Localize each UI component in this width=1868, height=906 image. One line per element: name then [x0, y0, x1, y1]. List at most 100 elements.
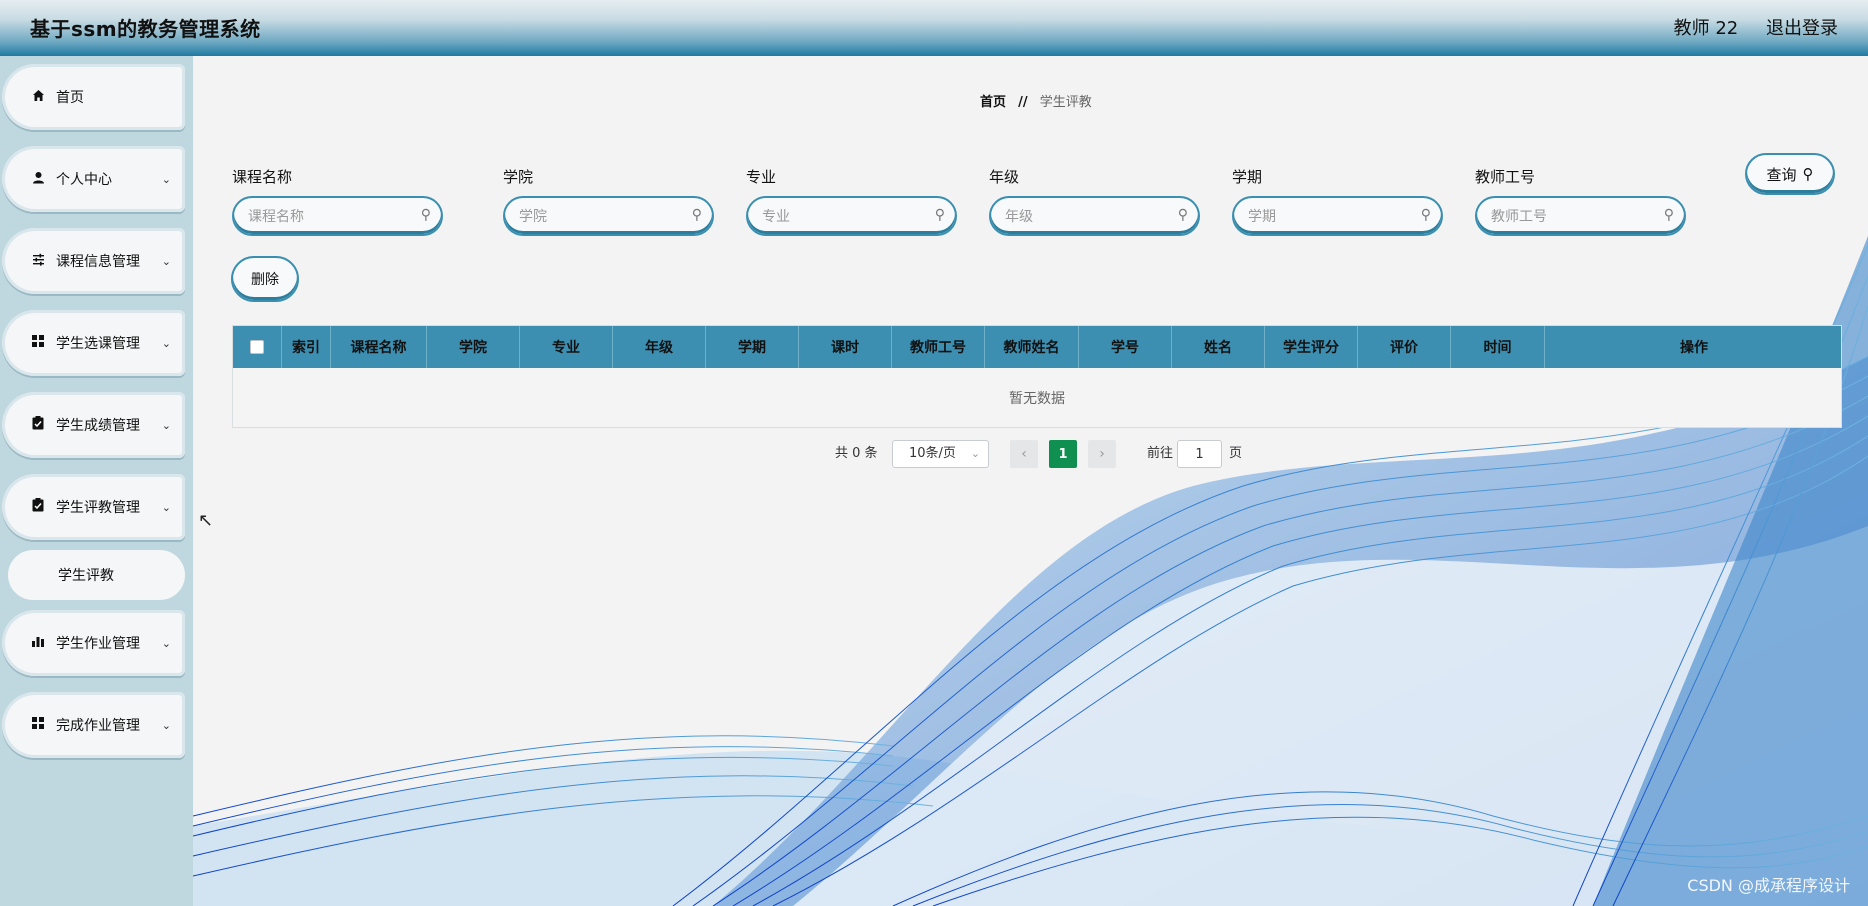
search-icon: ⚲ [691, 207, 702, 223]
search-icon: ⚲ [934, 207, 945, 223]
input-placeholder: 教师工号 [1491, 209, 1547, 225]
sidebar-subitem-label: 学生评教 [58, 568, 114, 584]
sidebar-item-label: 首页 [56, 90, 84, 106]
user-icon [30, 171, 46, 188]
chevron-down-icon: ⌄ [161, 254, 171, 268]
total-count: 共 0 条 [835, 446, 878, 461]
filter-label-teacher-id: 教师工号 [1475, 168, 1536, 186]
sidebar-item-label: 课程信息管理 [56, 254, 140, 270]
sidebar-item-course-info[interactable]: 课程信息管理 ⌄ [2, 228, 185, 294]
delete-button[interactable]: 删除 [231, 256, 299, 302]
page-size-select[interactable]: 10条/页 ⌄ [892, 440, 989, 468]
sidebar-item-label: 学生成绩管理 [56, 418, 140, 434]
chevron-down-icon: ⌄ [161, 500, 171, 514]
prev-page-button[interactable]: ‹ [1010, 440, 1038, 468]
clipboard-icon [30, 416, 46, 434]
sidebar-item-label: 学生选课管理 [56, 336, 140, 352]
column-header[interactable]: 学期 [706, 326, 799, 368]
grid-icon [30, 717, 46, 733]
sidebar-item-home[interactable]: 首页 [2, 64, 185, 130]
main-content: 首页 // 学生评教 课程名称 课程名称 ⚲ 学院 学院 ⚲ 专业 专业 ⚲ 年… [193, 56, 1868, 906]
college-input[interactable]: 学院 ⚲ [503, 196, 714, 236]
column-header[interactable]: 专业 [520, 326, 613, 368]
filter-label-college: 学院 [503, 168, 534, 186]
home-icon [30, 89, 46, 106]
column-header[interactable]: 课程名称 [331, 326, 427, 368]
sidebar-item-label: 学生评教管理 [56, 500, 140, 516]
search-icon: ⚲ [1420, 207, 1431, 223]
column-header[interactable]: 学生评分 [1265, 326, 1358, 368]
user-name: 教师 22 [1673, 18, 1739, 39]
grade-input[interactable]: 年级 ⚲ [989, 196, 1200, 236]
empty-state-text: 暂无数据 [1009, 391, 1065, 407]
page-size-value: 10条/页 [909, 446, 956, 461]
column-header[interactable]: 学院 [427, 326, 520, 368]
select-all-checkbox[interactable] [233, 326, 282, 368]
sidebar-item-label: 学生作业管理 [56, 636, 140, 652]
page-number-button[interactable]: 1 [1049, 440, 1077, 468]
column-header[interactable]: 教师工号 [892, 326, 985, 368]
query-button[interactable]: 查询 ⚲ [1745, 153, 1835, 195]
semester-input[interactable]: 学期 ⚲ [1232, 196, 1443, 236]
wave-background [193, 236, 1868, 906]
column-header[interactable]: 时间 [1451, 326, 1545, 368]
user-area: 教师 22 退出登录 [1674, 14, 1838, 40]
bar-chart-icon [30, 635, 46, 651]
breadcrumb: 首页 // 学生评教 [980, 91, 1092, 110]
teacher-id-input[interactable]: 教师工号 ⚲ [1475, 196, 1686, 236]
course-name-input[interactable]: 课程名称 ⚲ [232, 196, 443, 236]
major-input[interactable]: 专业 ⚲ [746, 196, 957, 236]
search-icon: ⚲ [1663, 207, 1674, 223]
input-placeholder: 学期 [1248, 209, 1276, 225]
search-icon: ⚲ [1177, 207, 1188, 223]
sidebar: 首页 个人中心 ⌄ 课程信息管理 ⌄ 学生选课管理 ⌄ 学生成绩管理 ⌄ 学生评… [0, 56, 193, 906]
breadcrumb-current: 学生评教 [1039, 95, 1092, 110]
chevron-down-icon: ⌄ [161, 172, 171, 186]
column-header[interactable]: 教师姓名 [985, 326, 1079, 368]
sliders-icon [30, 253, 46, 270]
breadcrumb-separator: // [1018, 95, 1028, 110]
input-placeholder: 课程名称 [248, 209, 304, 225]
input-placeholder: 年级 [1005, 209, 1033, 225]
sidebar-item-homework[interactable]: 学生作业管理 ⌄ [2, 610, 185, 676]
column-header[interactable]: 学号 [1079, 326, 1172, 368]
sidebar-item-grades[interactable]: 学生成绩管理 ⌄ [2, 392, 185, 458]
logout-link[interactable]: 退出登录 [1766, 18, 1838, 39]
sidebar-item-completed-homework[interactable]: 完成作业管理 ⌄ [2, 692, 185, 758]
sidebar-item-course-selection[interactable]: 学生选课管理 ⌄ [2, 310, 185, 376]
column-header[interactable]: 姓名 [1172, 326, 1265, 368]
filter-label-major: 专业 [746, 168, 777, 186]
evaluation-table: 索引 课程名称 学院 专业 年级 学期 课时 教师工号 教师姓名 学号 姓名 学… [232, 325, 1842, 428]
input-placeholder: 专业 [762, 209, 790, 225]
sidebar-item-label: 完成作业管理 [56, 718, 140, 734]
input-placeholder: 学院 [519, 209, 547, 225]
search-icon: ⚲ [1802, 165, 1814, 183]
column-header[interactable]: 索引 [282, 326, 331, 368]
goto-label: 前往 [1147, 446, 1174, 461]
column-header[interactable]: 评价 [1358, 326, 1451, 368]
mouse-cursor-icon: ↖ [198, 510, 214, 531]
sidebar-subitem-student-evaluation[interactable]: 学生评教 [8, 550, 185, 600]
grid-icon [30, 335, 46, 351]
column-header[interactable]: 年级 [613, 326, 706, 368]
filter-label-semester: 学期 [1232, 168, 1263, 186]
sidebar-item-evaluation[interactable]: 学生评教管理 ⌄ [2, 474, 185, 540]
filter-label-grade: 年级 [989, 168, 1020, 186]
breadcrumb-home[interactable]: 首页 [980, 95, 1006, 110]
next-page-button[interactable]: › [1088, 440, 1116, 468]
query-button-label: 查询 [1766, 165, 1797, 184]
chevron-down-icon: ⌄ [161, 718, 171, 732]
delete-button-label: 删除 [251, 272, 279, 288]
chevron-down-icon: ⌄ [161, 336, 171, 350]
watermark: CSDN @成承程序设计 [1687, 876, 1850, 895]
column-header[interactable]: 课时 [799, 326, 892, 368]
column-header: 操作 [1680, 340, 1708, 356]
goto-suffix: 页 [1229, 446, 1243, 461]
chevron-down-icon: ⌄ [161, 418, 171, 432]
sidebar-item-personal-center[interactable]: 个人中心 ⌄ [2, 146, 185, 212]
top-header: 基于ssm的教务管理系统 教师 22 退出登录 [0, 0, 1868, 56]
goto-page-input[interactable]: 1 [1177, 440, 1222, 468]
chevron-down-icon: ⌄ [970, 447, 980, 460]
filter-label-course-name: 课程名称 [232, 168, 293, 186]
table-header: 索引 课程名称 学院 专业 年级 学期 课时 教师工号 教师姓名 学号 姓名 学… [233, 326, 1841, 368]
